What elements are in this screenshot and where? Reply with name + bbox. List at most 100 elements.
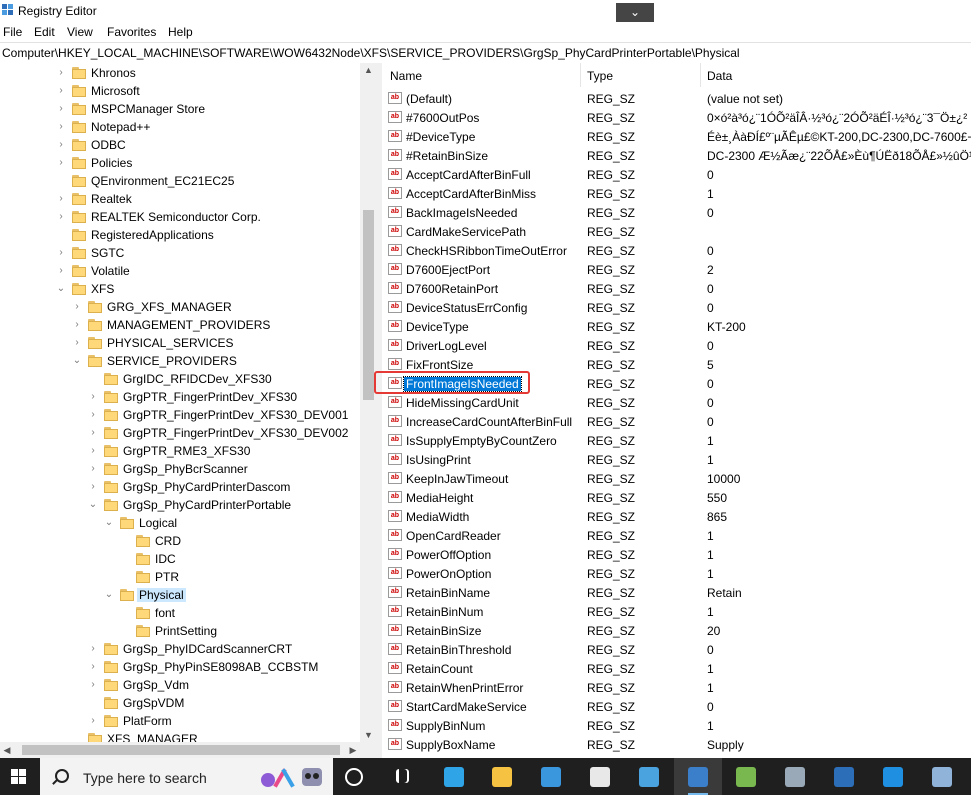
value-row[interactable]: ab OpenCardReader REG_SZ 1: [382, 526, 971, 545]
value-name[interactable]: SupplyBinNum: [406, 719, 485, 733]
tree-item-label[interactable]: GrgPTR_RME3_XFS30: [123, 444, 250, 458]
tree-item-label[interactable]: GrgSp_PhyCardPrinterPortable: [123, 498, 291, 512]
tree-item[interactable]: RegisteredApplications: [0, 226, 360, 244]
value-name[interactable]: #DeviceType: [406, 130, 475, 144]
value-row[interactable]: ab PowerOffOption REG_SZ 1: [382, 545, 971, 564]
tree-item-label[interactable]: font: [155, 606, 175, 620]
mail-icon[interactable]: [576, 758, 624, 795]
tree-item-label[interactable]: ODBC: [91, 138, 126, 152]
tree-item[interactable]: › PHYSICAL_SERVICES: [0, 334, 360, 352]
chevron-right-icon[interactable]: ›: [88, 679, 98, 691]
chevron-right-icon[interactable]: ›: [88, 391, 98, 403]
value-name[interactable]: CardMakeServicePath: [406, 225, 526, 239]
value-row[interactable]: ab RetainWhenPrintError REG_SZ 1: [382, 678, 971, 697]
value-row[interactable]: ab DeviceType REG_SZ KT-200: [382, 317, 971, 336]
value-name[interactable]: #RetainBinSize: [406, 149, 488, 163]
crd-app-icon[interactable]: [820, 758, 868, 795]
value-name[interactable]: PowerOffOption: [406, 548, 491, 562]
tree-item[interactable]: GrgSpVDM: [0, 694, 360, 712]
app-store-icon[interactable]: [869, 758, 917, 795]
tree-vertical-scrollbar[interactable]: ▲ ▼: [360, 63, 377, 742]
chevron-right-icon[interactable]: ›: [72, 337, 82, 349]
tree-item-label[interactable]: GrgSp_Vdm: [123, 678, 189, 692]
tree-item-label[interactable]: GrgSp_PhyBcrScanner: [123, 462, 248, 476]
tree-item[interactable]: › GrgPTR_RME3_XFS30: [0, 442, 360, 460]
tree-item-label[interactable]: PlatForm: [123, 714, 172, 728]
value-name[interactable]: D7600EjectPort: [406, 263, 490, 277]
tree-item[interactable]: › GrgSp_PhyPinSE8098AB_CCBSTM: [0, 658, 360, 676]
windows-start-icon[interactable]: [11, 769, 27, 785]
tree-item-label[interactable]: CRD: [155, 534, 181, 548]
chevron-right-icon[interactable]: ›: [88, 715, 98, 727]
chevron-right-icon[interactable]: ›: [56, 157, 66, 169]
chevron-down-icon[interactable]: ⌄: [72, 355, 82, 367]
value-row[interactable]: ab KeepInJawTimeout REG_SZ 10000: [382, 469, 971, 488]
tree-item[interactable]: › GrgSp_PhyIDCardScannerCRT: [0, 640, 360, 658]
tree-item[interactable]: › GrgSp_Vdm: [0, 676, 360, 694]
tree-item-label[interactable]: GRG_XFS_MANAGER: [107, 300, 232, 314]
chevron-down-icon[interactable]: ⌄: [56, 283, 66, 295]
tree-item[interactable]: ⌄ SERVICE_PROVIDERS: [0, 352, 360, 370]
tree-item-label[interactable]: XFS: [91, 282, 114, 296]
value-name[interactable]: RetainBinSize: [406, 624, 481, 638]
value-row[interactable]: ab DriverLogLevel REG_SZ 0: [382, 336, 971, 355]
chevron-right-icon[interactable]: ›: [88, 463, 98, 475]
value-row[interactable]: ab #RetainBinSize REG_SZ DC-2300 Æ½Ãæ¿¨22ÕÅ…: [382, 146, 971, 165]
value-name[interactable]: OpenCardReader: [406, 529, 501, 543]
value-row[interactable]: ab RetainBinNum REG_SZ 1: [382, 602, 971, 621]
value-name[interactable]: #7600OutPos: [406, 111, 479, 125]
search-placeholder[interactable]: Type here to search: [83, 770, 207, 786]
menu-favorites[interactable]: Favorites: [107, 25, 156, 39]
value-name[interactable]: BackImageIsNeeded: [406, 206, 517, 220]
chevron-right-icon[interactable]: ›: [88, 427, 98, 439]
tree-item-label[interactable]: Logical: [139, 516, 177, 530]
tree-item-label[interactable]: Notepad++: [91, 120, 150, 134]
tree-item-label[interactable]: GrgPTR_FingerPrintDev_XFS30: [123, 390, 297, 404]
notepad-chart-icon[interactable]: [722, 758, 770, 795]
tree-item[interactable]: › Policies: [0, 154, 360, 172]
tree-item[interactable]: › Volatile: [0, 262, 360, 280]
microsoft-store-icon[interactable]: [527, 758, 575, 795]
remote-desktop-icon[interactable]: [918, 758, 966, 795]
chevron-right-icon[interactable]: ›: [56, 247, 66, 259]
file-explorer-icon[interactable]: [478, 758, 526, 795]
column-type-header[interactable]: Type: [587, 69, 613, 83]
registry-editor-icon[interactable]: [674, 758, 722, 795]
value-name[interactable]: RetainBinNum: [406, 605, 483, 619]
value-name[interactable]: KeepInJawTimeout: [406, 472, 508, 486]
tree-item[interactable]: › Microsoft: [0, 82, 360, 100]
tree-item[interactable]: › REALTEK Semiconductor Corp.: [0, 208, 360, 226]
tree-item-label[interactable]: Physical: [137, 588, 186, 602]
address-bar[interactable]: Computer\HKEY_LOCAL_MACHINE\SOFTWARE\WOW…: [0, 42, 971, 64]
value-row[interactable]: ab DeviceStatusErrConfig REG_SZ 0: [382, 298, 971, 317]
tree-item[interactable]: › Realtek: [0, 190, 360, 208]
value-name[interactable]: IsSupplyEmptyByCountZero: [406, 434, 557, 448]
value-row[interactable]: ab SupplyBoxName REG_SZ Supply: [382, 735, 971, 754]
chevron-right-icon[interactable]: ›: [56, 265, 66, 277]
scroll-up-icon[interactable]: ▲: [360, 63, 377, 77]
control-panel-icon[interactable]: [771, 758, 819, 795]
tree-item-label[interactable]: PTR: [155, 570, 179, 584]
tree-item-label[interactable]: RegisteredApplications: [91, 228, 214, 242]
chevron-right-icon[interactable]: ›: [88, 409, 98, 421]
value-row[interactable]: ab StartCardMakeService REG_SZ 0: [382, 697, 971, 716]
value-name[interactable]: DeviceStatusErrConfig: [406, 301, 527, 315]
tree-item[interactable]: › MSPCManager Store: [0, 100, 360, 118]
tree-item[interactable]: › MANAGEMENT_PROVIDERS: [0, 316, 360, 334]
tree-item-label[interactable]: GrgSp_PhyPinSE8098AB_CCBSTM: [123, 660, 318, 674]
tree-item-label[interactable]: GrgPTR_FingerPrintDev_XFS30_DEV001: [123, 408, 348, 422]
chevron-right-icon[interactable]: ›: [56, 103, 66, 115]
value-name[interactable]: PowerOnOption: [406, 567, 491, 581]
tree-item[interactable]: › GrgSp_PhyCardPrinterDascom: [0, 478, 360, 496]
chevron-down-icon[interactable]: ⌄: [616, 3, 654, 22]
value-name[interactable]: SupplyBoxName: [406, 738, 495, 752]
tree-item[interactable]: PrintSetting: [0, 622, 360, 640]
menu-help[interactable]: Help: [168, 25, 193, 39]
value-row[interactable]: ab AcceptCardAfterBinMiss REG_SZ 1: [382, 184, 971, 203]
chevron-down-icon[interactable]: ⌄: [88, 499, 98, 511]
taskbar-search-box[interactable]: Type here to search: [40, 758, 333, 795]
tree-item[interactable]: font: [0, 604, 360, 622]
tree-item-label[interactable]: GrgIDC_RFIDCDev_XFS30: [123, 372, 272, 386]
tree-item-label[interactable]: Microsoft: [91, 84, 140, 98]
value-row[interactable]: ab MediaWidth REG_SZ 865: [382, 507, 971, 526]
